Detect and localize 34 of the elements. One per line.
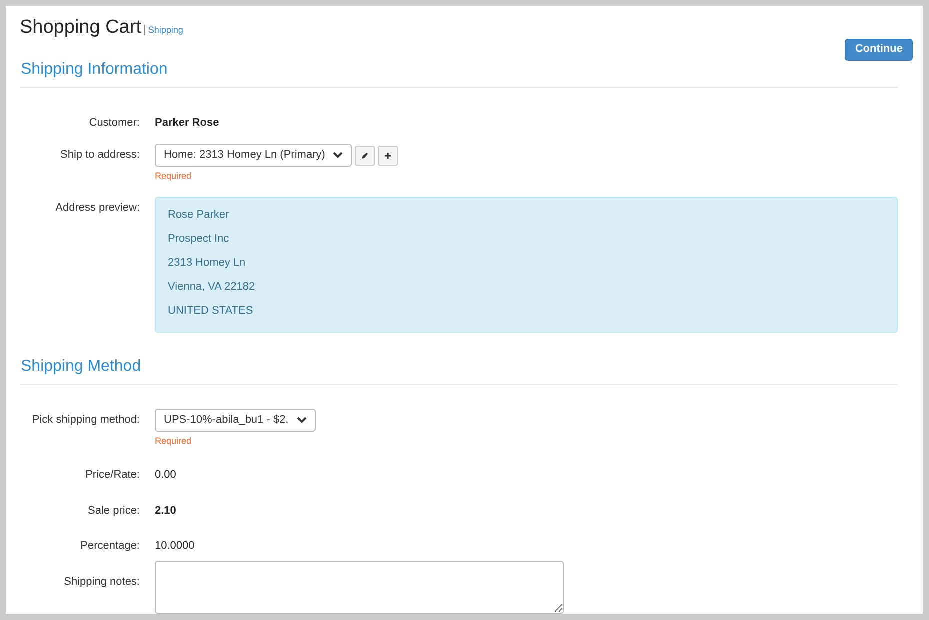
field-label: Percentage: [80, 539, 140, 554]
field-label: Customer: [88, 116, 140, 130]
field-label: Address preview: [54, 200, 140, 216]
address-line: Rose Parker [168, 208, 230, 222]
field-label: Price/Rate: [84, 468, 140, 483]
field-value: 0.00 [155, 468, 176, 483]
field-value: Parker Rose [155, 116, 220, 130]
breadcrumb-link[interactable]: Shipping [148, 24, 184, 38]
chevron-down-icon [296, 416, 307, 424]
address-line: 2313 Homey Ln [168, 256, 247, 270]
field-label: Sale price: [87, 504, 140, 518]
page-title: Shopping Cart [20, 16, 142, 40]
address-line: UNITED STATES [168, 304, 254, 318]
field-value: 2.10 [155, 504, 176, 518]
continue-button[interactable]: Continue [845, 38, 913, 60]
required-hint: Required [155, 434, 193, 448]
address-line: Prospect Inc [168, 232, 230, 246]
section-heading: Shipping Method [21, 358, 142, 374]
field-label: Pick shipping method: [31, 412, 140, 428]
field-label: Ship to address: [60, 148, 140, 163]
required-hint: Required [155, 170, 193, 183]
title-separator: | [143, 23, 146, 38]
pencil-icon [361, 152, 370, 160]
add-button[interactable] [378, 146, 398, 166]
edit-button[interactable] [355, 146, 376, 166]
section-heading: Shipping Information [21, 60, 168, 78]
dropdown-select[interactable]: Home: 2313 Homey Ln (Primary) [155, 144, 352, 167]
notes-field[interactable] [155, 560, 564, 614]
chevron-down-icon [333, 152, 344, 159]
address-line: Vienna, VA 22182 [168, 280, 256, 294]
dropdown-select[interactable]: UPS-10%-abila_bu1 - $2. [155, 408, 316, 432]
field-label: Shipping notes: [63, 574, 140, 590]
field-value: 10.0000 [155, 539, 195, 554]
plus-icon [384, 152, 392, 160]
